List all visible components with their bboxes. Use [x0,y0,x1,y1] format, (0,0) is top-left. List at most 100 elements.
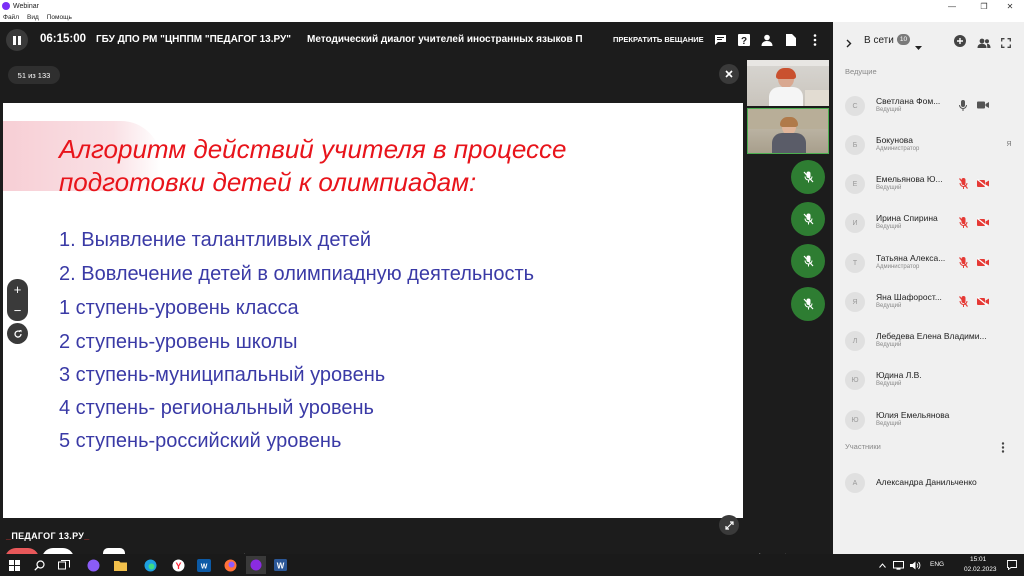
mic-off-icon [803,255,813,267]
participant-item[interactable]: А Александра Данильченко [833,470,1024,500]
group-icon[interactable] [977,35,991,53]
user-name: Юдина Л.В. [876,370,922,380]
participant-video-1[interactable] [747,60,829,106]
window-titlebar: Webinar — ❐ ✕ [0,0,1024,12]
zoom-in-icon[interactable]: + [7,279,28,300]
search-icon[interactable] [31,557,47,573]
host-item[interactable]: И Ирина Спирина Ведущий [833,210,1024,240]
slide-list-item: 3 ступень-муниципальный уровень [59,364,386,386]
muted-participant-tile[interactable] [791,244,825,278]
rotate-icon [13,329,22,338]
user-role: Ведущий [876,421,902,427]
muted-participant-tile[interactable] [791,202,825,236]
panel-header: В сети 10 [833,22,1024,58]
edge-browser-icon[interactable] [142,557,158,573]
user-name: Бокунова [876,135,913,145]
participant-video-2[interactable] [747,108,829,154]
task-view-icon[interactable] [56,557,72,573]
add-circle-icon[interactable] [954,34,966,52]
host-item[interactable]: Т Татьяна Алекса... Администратор [833,250,1024,280]
more-vertical-icon[interactable] [806,31,824,49]
avatar: Ю [845,410,865,430]
windows-start-icon[interactable] [6,557,22,573]
pause-button[interactable] [6,29,28,51]
chat-icon[interactable] [711,31,729,49]
volume-icon[interactable] [907,557,923,573]
reset-view-button[interactable] [7,323,28,344]
participants-panel: В сети 10 Ведущие С Светлана Фом... Веду… [833,22,1024,554]
tray-arrow-icon[interactable] [874,557,890,573]
question-icon[interactable]: ? [735,31,753,49]
collapse-panel-icon[interactable] [846,35,852,53]
user-name: Емельянова Ю... [876,174,943,184]
menu-bar: Файл Вид Помощь [0,12,1024,22]
svg-text:?: ? [741,36,747,46]
close-window-icon[interactable]: ✕ [996,0,1024,12]
user-role: Ведущий [876,107,902,113]
user-name: Александра Данильченко [876,477,977,487]
menu-file[interactable]: Файл [3,14,19,21]
avatar: С [845,96,865,116]
user-role: Ведущий [876,303,902,309]
app-icon [2,2,10,10]
language-indicator[interactable]: ENG [930,561,944,568]
slide-list-item: 4 ступень- региональный уровень [59,397,374,419]
top-bar: 06:15:00 ГБУ ДПО РМ "ЦНППМ "ПЕДАГОГ 13.Р… [0,22,833,58]
online-label: В сети [864,35,894,46]
camera-off-icon [977,216,989,228]
slide-list-item: 2 ступень-уровень школы [59,331,298,353]
word-icon[interactable]: W [272,557,288,573]
more-vertical-icon[interactable] [1001,440,1005,458]
online-count-badge: 10 [897,34,910,45]
file-explorer-icon[interactable] [112,557,128,573]
fullscreen-panel-icon[interactable] [1001,35,1011,53]
host-item[interactable]: Я Яна Шафорост... Ведущий [833,289,1024,319]
firefox-icon[interactable] [222,557,238,573]
muted-participant-tile[interactable] [791,287,825,321]
user-icon[interactable] [758,31,776,49]
user-name: Яна Шафорост... [876,292,942,302]
avatar: Б [845,135,865,155]
hosts-section-title: Ведущие [845,67,877,76]
user-name: Светлана Фом... [876,96,941,106]
menu-help[interactable]: Помощь [47,14,72,21]
close-slide-button[interactable] [719,64,739,84]
host-item[interactable]: Ю Юдина Л.В. Ведущий [833,367,1024,397]
muted-participant-tile[interactable] [791,160,825,194]
zoom-out-icon[interactable]: − [7,300,28,321]
menu-view[interactable]: Вид [27,14,39,21]
window-title: Webinar [13,2,39,10]
network-icon[interactable] [890,557,906,573]
camera-off-icon [977,295,989,307]
notifications-icon[interactable] [1004,557,1020,573]
slide-list-item: 5 ступень-российский уровень [59,430,342,452]
file-icon[interactable] [782,31,800,49]
camera-off-icon [977,177,989,189]
yandex-browser-icon[interactable]: Y [170,557,186,573]
webinar-active-icon[interactable] [246,556,266,574]
webinar-app-icon[interactable]: W [196,557,212,573]
host-item[interactable]: Л Лебедева Елена Владими... Ведущий [833,328,1024,358]
chevron-down-icon[interactable] [915,37,922,55]
host-item[interactable]: Ю Юлия Емельянова Ведущий [833,407,1024,437]
assistant-icon[interactable] [85,557,101,573]
user-name: Татьяна Алекса... [876,253,946,263]
camera-icon [977,99,989,111]
host-item[interactable]: Е Емельянова Ю... Ведущий [833,171,1024,201]
avatar: Я [845,292,865,312]
stop-broadcast-button[interactable]: ПРЕКРАТИТЬ ВЕЩАНИЕ [613,35,704,44]
svg-text:W: W [201,563,208,570]
slide-list-item: 2. Вовлечение детей в олимпиадную деятел… [59,263,535,285]
clock-date: 02.02.2023 [964,566,997,573]
user-role: Ведущий [876,381,902,387]
fullscreen-button[interactable] [719,515,739,535]
avatar: Л [845,331,865,351]
slide-counter: 51 из 133 [8,66,60,84]
mic-off-icon [803,298,813,310]
user-role: Администратор [876,264,920,270]
broadcast-timer: 06:15:00 [40,33,87,45]
minimize-icon[interactable]: — [938,0,966,12]
host-item[interactable]: Б Бокунова Администратор Я [833,132,1024,162]
host-item[interactable]: С Светлана Фом... Ведущий [833,93,1024,123]
maximize-icon[interactable]: ❐ [970,0,998,12]
